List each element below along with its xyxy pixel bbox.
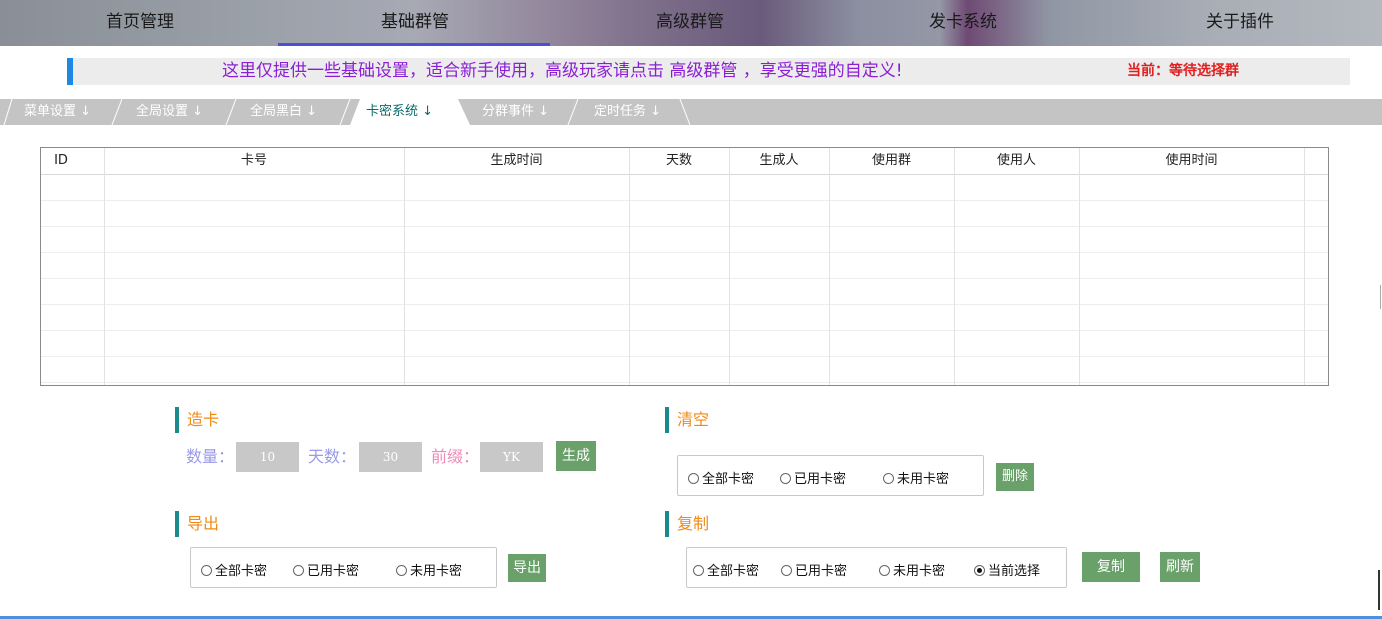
col-header-created-time[interactable]: 生成时间: [404, 148, 629, 174]
clear-option-all[interactable]: 全部卡密: [688, 468, 754, 487]
col-header-creator[interactable]: 生成人: [729, 148, 829, 174]
col-header-card-number[interactable]: 卡号: [104, 148, 404, 174]
clear-option-used[interactable]: 已用卡密: [780, 468, 846, 487]
row-line: [41, 356, 1328, 357]
row-line: [41, 382, 1328, 383]
col-divider: [1079, 148, 1080, 385]
notice-accent-bar: [67, 58, 73, 85]
copy-option-unused[interactable]: 未用卡密: [879, 560, 945, 579]
export-options-box: 全部卡密 已用卡密 未用卡密: [190, 547, 497, 588]
section-title-export: 导出: [175, 511, 219, 537]
radio-icon: [293, 565, 304, 576]
section-title-copy: 复制: [665, 511, 709, 537]
refresh-button[interactable]: 刷新: [1160, 552, 1200, 582]
col-header-id[interactable]: ID: [41, 148, 81, 174]
nav-item-advanced-group[interactable]: 高级群管: [620, 0, 760, 46]
col-divider: [404, 148, 405, 385]
header-divider: [41, 174, 1328, 175]
text-cursor: [1378, 570, 1380, 610]
col-header-used-by[interactable]: 使用人: [954, 148, 1079, 174]
copy-option-all[interactable]: 全部卡密: [693, 560, 759, 579]
radio-icon: [883, 473, 894, 484]
tab-group-events[interactable]: 分群事件 ↓: [482, 99, 549, 125]
notice-banner: 这里仅提供一些基础设置，适合新手使用，高级玩家请点击 高级群管 ，享受更强的自定…: [67, 58, 1350, 85]
radio-icon: [780, 473, 791, 484]
scroll-edge-mark: [1380, 285, 1381, 309]
clear-options-box: 全部卡密 已用卡密 未用卡密: [677, 455, 984, 496]
tab-strip: 菜单设置 ↓ 全局设置 ↓ 全局黑白 ↓ 卡密系统 ↓ 分群事件 ↓ 定时任务 …: [0, 99, 1382, 125]
export-button[interactable]: 导出: [508, 554, 546, 582]
nav-active-indicator: [278, 43, 550, 46]
export-option-unused[interactable]: 未用卡密: [396, 560, 462, 579]
tab-global-settings[interactable]: 全局设置 ↓: [136, 99, 203, 125]
count-label: 数量：: [186, 447, 235, 466]
section-title-clear: 清空: [665, 407, 709, 433]
delete-button[interactable]: 删除: [996, 463, 1034, 491]
copy-button[interactable]: 复制: [1082, 552, 1140, 582]
radio-icon: [201, 565, 212, 576]
clear-option-unused[interactable]: 未用卡密: [883, 468, 949, 487]
tab-menu-settings[interactable]: 菜单设置 ↓: [24, 99, 91, 125]
count-input[interactable]: 10: [236, 442, 299, 472]
top-nav: 首页管理 基础群管 高级群管 发卡系统 关于插件: [0, 0, 1382, 46]
col-header-used-time[interactable]: 使用时间: [1079, 148, 1304, 174]
nav-item-about[interactable]: 关于插件: [1170, 0, 1310, 46]
prefix-input[interactable]: YK: [480, 442, 543, 472]
row-line: [41, 200, 1328, 201]
col-divider: [729, 148, 730, 385]
tab-card-system[interactable]: 卡密系统 ↓: [366, 99, 433, 125]
tab-global-blackwhite[interactable]: 全局黑白 ↓: [250, 99, 317, 125]
nav-item-card-system[interactable]: 发卡系统: [893, 0, 1033, 46]
section-title-make-card: 造卡: [175, 407, 219, 433]
days-input[interactable]: 30: [359, 442, 422, 472]
export-option-all[interactable]: 全部卡密: [201, 560, 267, 579]
notice-message: 这里仅提供一些基础设置，适合新手使用，高级玩家请点击 高级群管 ，享受更强的自定…: [222, 61, 903, 81]
col-divider: [104, 148, 105, 385]
generate-button[interactable]: 生成: [556, 441, 596, 471]
row-line: [41, 226, 1328, 227]
nav-item-basic-group[interactable]: 基础群管: [345, 0, 485, 46]
radio-icon: [879, 565, 890, 576]
days-label: 天数：: [308, 447, 357, 466]
col-divider: [1304, 148, 1305, 385]
radio-icon: [688, 473, 699, 484]
col-divider: [829, 148, 830, 385]
radio-selected-icon: [974, 565, 985, 576]
col-header-used-group[interactable]: 使用群: [829, 148, 954, 174]
radio-icon: [396, 565, 407, 576]
col-divider: [629, 148, 630, 385]
export-option-used[interactable]: 已用卡密: [293, 560, 359, 579]
row-line: [41, 278, 1328, 279]
col-divider: [954, 148, 955, 385]
card-table: ID 卡号 生成时间 天数 生成人 使用群 使用人 使用时间: [40, 147, 1329, 386]
copy-option-used[interactable]: 已用卡密: [781, 560, 847, 579]
radio-icon: [693, 565, 704, 576]
row-line: [41, 304, 1328, 305]
radio-icon: [781, 565, 792, 576]
nav-item-home[interactable]: 首页管理: [70, 0, 210, 46]
copy-option-current[interactable]: 当前选择: [974, 560, 1040, 579]
prefix-label: 前缀：: [431, 447, 480, 466]
tab-scheduled-tasks[interactable]: 定时任务 ↓: [594, 99, 661, 125]
tab-separators: [3, 99, 691, 125]
current-group-status: 当前：等待选择群: [1127, 63, 1239, 79]
row-line: [41, 252, 1328, 253]
row-line: [41, 330, 1328, 331]
col-header-days[interactable]: 天数: [629, 148, 729, 174]
copy-options-box: 全部卡密 已用卡密 未用卡密 当前选择: [686, 547, 1067, 588]
